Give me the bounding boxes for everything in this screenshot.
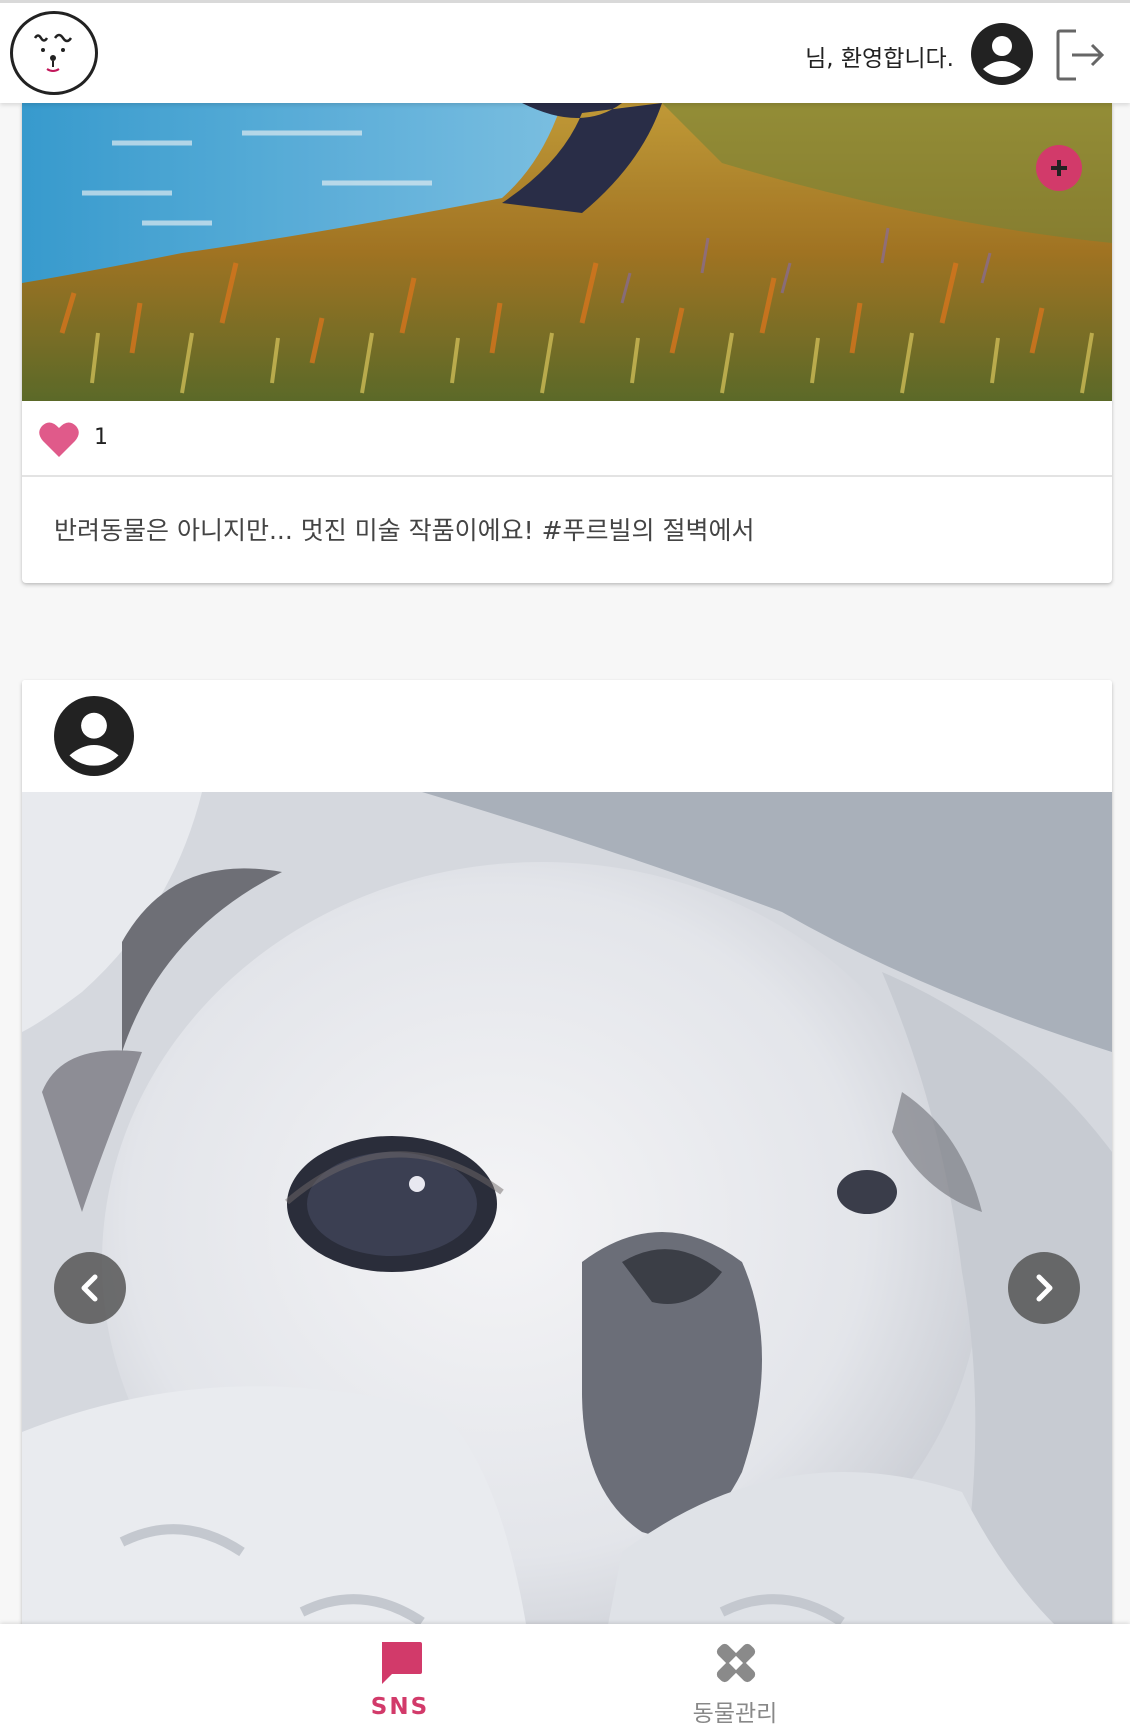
- plus-icon: [1051, 160, 1067, 176]
- nav-label-sns: SNS: [370, 1694, 430, 1720]
- nav-item-sns[interactable]: SNS: [280, 1624, 520, 1732]
- like-count: 1: [94, 425, 108, 450]
- add-button[interactable]: [1036, 145, 1082, 191]
- chevron-left-icon: [81, 1274, 98, 1302]
- logo-icon[interactable]: [10, 11, 98, 95]
- chat-bubble-icon: [378, 1640, 424, 1686]
- post-image: [22, 103, 1112, 401]
- app-header: 님, 환영합니다.: [0, 0, 1130, 103]
- post-header: [22, 680, 1112, 792]
- previous-image-button[interactable]: [54, 1252, 126, 1324]
- chevron-right-icon: [1036, 1274, 1053, 1302]
- post-caption: 반려동물은 아니지만... 멋진 미술 작품이에요! #푸르빌의 절벽에서: [54, 516, 755, 545]
- nav-item-animal-care[interactable]: 동물관리: [615, 1624, 855, 1732]
- nav-label-animal-care: 동물관리: [692, 1701, 778, 1727]
- post-card: [22, 680, 1112, 1732]
- welcome-text: 님, 환영합니다.: [805, 46, 954, 72]
- like-row: 1: [22, 401, 1112, 477]
- user-avatar-icon[interactable]: [971, 23, 1033, 85]
- bottom-navigation: SNS 동물관리: [0, 1624, 1130, 1732]
- bandage-icon: [713, 1640, 759, 1686]
- author-avatar-icon[interactable]: [54, 696, 134, 776]
- post-card: 1 반려동물은 아니지만... 멋진 미술 작품이에요! #푸르빌의 절벽에서: [22, 103, 1112, 583]
- post-image: [22, 792, 1112, 1732]
- next-image-button[interactable]: [1008, 1252, 1080, 1324]
- logout-icon[interactable]: [1054, 27, 1106, 83]
- sns-feed-page: 님, 환영합니다. 1 반려동물은 아니지만... 멋진 미술 작품이에요! #…: [0, 0, 1130, 1732]
- heart-icon[interactable]: [38, 419, 80, 459]
